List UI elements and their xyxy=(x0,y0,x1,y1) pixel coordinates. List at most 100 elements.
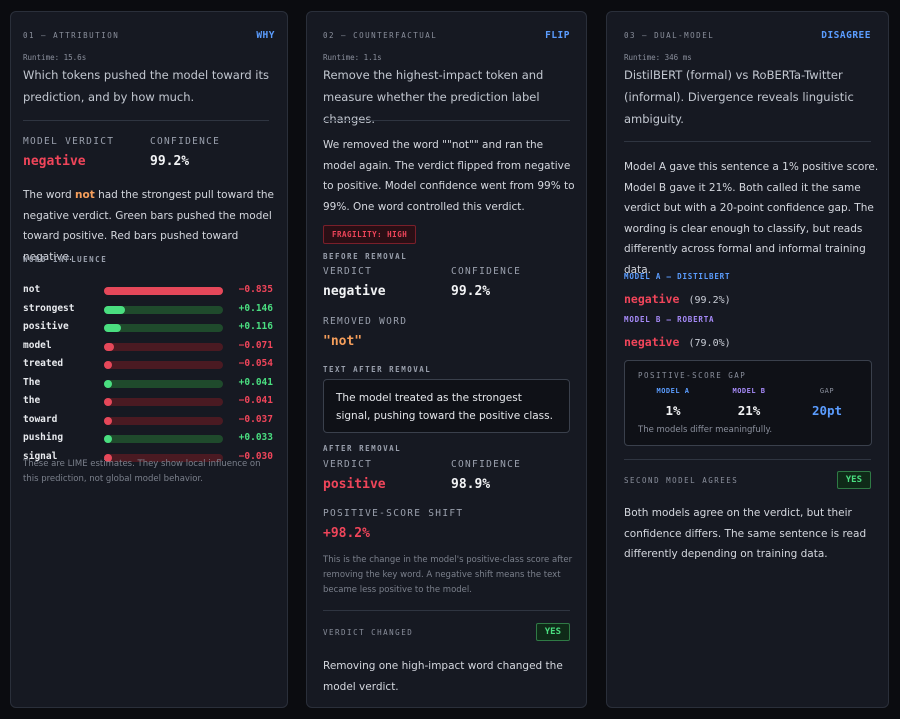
divider xyxy=(323,610,570,611)
influence-bar-fill xyxy=(104,361,112,369)
influence-word: positive xyxy=(23,321,69,332)
verdict-label: MODEL VERDICT xyxy=(23,136,115,147)
lime-note: These are LIME estimates. They show loca… xyxy=(23,459,261,484)
influence-score: −0.041 xyxy=(238,395,273,406)
before-removal-label: BEFORE REMOVAL xyxy=(323,252,408,261)
confidence-label: CONFIDENCE xyxy=(451,266,522,277)
gap-note: The models differ meaningfully. xyxy=(638,425,773,435)
influence-score: +0.033 xyxy=(238,432,273,443)
runtime-label: Runtime: 346 ms xyxy=(624,53,692,62)
word-influence-row: treated −0.054 xyxy=(23,358,273,372)
fragility-badge: FRAGILITY: HIGH xyxy=(323,225,417,244)
card-description: DistilBERT (formal) vs RoBERTa-Twitter (… xyxy=(624,68,854,126)
dual-model-card: 03 — DUAL-MODEL DISAGREE Runtime: 346 ms… xyxy=(606,11,889,708)
gap-model-a: MODEL A 1% xyxy=(638,387,708,418)
second-model-agrees-badge: YES xyxy=(836,471,871,489)
influence-word: strongest xyxy=(23,302,75,314)
confidence-label: CONFIDENCE xyxy=(451,459,522,470)
influence-bar-fill xyxy=(104,379,112,388)
section-label: 01 — ATTRIBUTION xyxy=(23,31,120,40)
gap-box-label: POSITIVE-SCORE GAP xyxy=(638,371,747,380)
influence-bar-fill xyxy=(104,324,121,332)
attribution-card: 01 — ATTRIBUTION WHY Runtime: 15.6s Whic… xyxy=(10,11,288,708)
shift-note: This is the change in the model's positi… xyxy=(323,555,573,595)
after-removal-label: AFTER REMOVAL xyxy=(323,444,402,453)
section-label: 03 — DUAL-MODEL xyxy=(624,31,715,40)
influence-score: −0.071 xyxy=(238,339,273,351)
influence-score: −0.037 xyxy=(238,413,273,425)
influence-bar-track xyxy=(104,416,223,425)
verdict-changed-text: Removing one high-impact word changed th… xyxy=(323,660,563,693)
agreement-text: Both models agree on the verdict, but th… xyxy=(624,507,867,560)
before-verdict-value: negative xyxy=(323,284,386,299)
word-influence-row: pushing +0.033 xyxy=(23,432,273,446)
section-tag: DISAGREE xyxy=(821,30,871,41)
influence-bar-track xyxy=(104,361,223,369)
gap-value: 20pt xyxy=(811,403,843,418)
card-description: Which tokens pushed the model toward its… xyxy=(23,68,269,104)
influence-bar-fill xyxy=(104,305,125,314)
influence-word: toward xyxy=(23,413,58,425)
influence-bar-track xyxy=(104,305,223,314)
model-a-verdict: negative xyxy=(624,292,680,306)
influence-bar-track xyxy=(104,287,223,295)
after-confidence-value: 98.9% xyxy=(451,477,491,492)
influence-bar-track xyxy=(104,398,223,406)
influence-word: the xyxy=(23,395,41,406)
word-influence-row: positive +0.116 xyxy=(23,321,273,335)
word-influence-row: not −0.835 xyxy=(23,284,273,298)
gap-model-b-label: MODEL B xyxy=(732,387,766,395)
highlighted-word: not xyxy=(75,189,95,201)
model-b-confidence: (79.0%) xyxy=(688,338,731,349)
counterfactual-explanation: We removed the word ""not"" and ran the … xyxy=(323,139,575,213)
shift-label: POSITIVE-SCORE SHIFT xyxy=(323,508,464,519)
gap-label: GAP xyxy=(819,387,835,395)
influence-bar-fill xyxy=(104,435,112,443)
verdict-changed-badge: YES xyxy=(535,623,570,641)
model-a-label: MODEL A — DISTILBERT xyxy=(624,272,731,281)
influence-bar-fill xyxy=(104,398,112,406)
gap-difference: GAP 20pt xyxy=(792,387,862,418)
influence-bar-track xyxy=(104,435,223,443)
gap-model-a-label: MODEL A xyxy=(656,387,690,395)
word-influence-row: the −0.041 xyxy=(23,395,273,409)
removed-word-value: "not" xyxy=(323,334,363,349)
influence-bar-fill xyxy=(104,342,114,351)
verdict-value: negative xyxy=(23,154,86,169)
influence-word: pushing xyxy=(23,432,64,443)
influence-score: +0.146 xyxy=(238,302,273,314)
counterfactual-card: 02 — COUNTERFACTUAL FLIP Runtime: 1.1s R… xyxy=(306,11,587,708)
runtime-label: Runtime: 15.6s xyxy=(23,53,87,62)
model-a-result: negative (99.2%) xyxy=(624,288,731,307)
influence-word: treated xyxy=(23,358,64,369)
divider xyxy=(624,459,871,460)
verdict-label: VERDICT xyxy=(323,459,373,470)
before-confidence-value: 99.2% xyxy=(451,284,491,299)
section-tag: FLIP xyxy=(545,30,570,41)
influence-word: not xyxy=(23,284,41,295)
model-b-verdict: negative xyxy=(624,335,680,349)
after-verdict-value: positive xyxy=(323,477,386,492)
word-influence-row: The +0.041 xyxy=(23,377,273,391)
removed-word-label: REMOVED WORD xyxy=(323,316,408,327)
runtime-label: Runtime: 1.1s xyxy=(323,53,382,62)
influence-bar-track xyxy=(104,342,223,351)
influence-word: The xyxy=(23,376,41,388)
influence-score: −0.054 xyxy=(238,358,273,369)
model-b-result: negative (79.0%) xyxy=(624,331,731,350)
influence-score: +0.116 xyxy=(238,321,273,332)
section-label: 02 — COUNTERFACTUAL xyxy=(323,31,438,40)
influence-score: +0.041 xyxy=(238,376,273,388)
word-influence-label: WORD INFLUENCE xyxy=(23,255,108,264)
positive-score-gap-box: POSITIVE-SCORE GAP MODEL A 1% MODEL B 21… xyxy=(624,360,872,446)
text-after-label: TEXT AFTER REMOVAL xyxy=(323,365,432,374)
word-influence-row: toward −0.037 xyxy=(23,414,273,428)
gap-model-a-value: 1% xyxy=(665,403,681,418)
confidence-value: 99.2% xyxy=(150,154,190,169)
influence-bar-track xyxy=(104,324,223,332)
text-after-removal-box: The model treated as the strongest signa… xyxy=(323,379,570,433)
second-model-agrees-label: SECOND MODEL AGREES xyxy=(624,476,739,485)
section-tag: WHY xyxy=(256,30,275,41)
divider xyxy=(323,120,570,121)
gap-model-b: MODEL B 21% xyxy=(714,387,784,418)
